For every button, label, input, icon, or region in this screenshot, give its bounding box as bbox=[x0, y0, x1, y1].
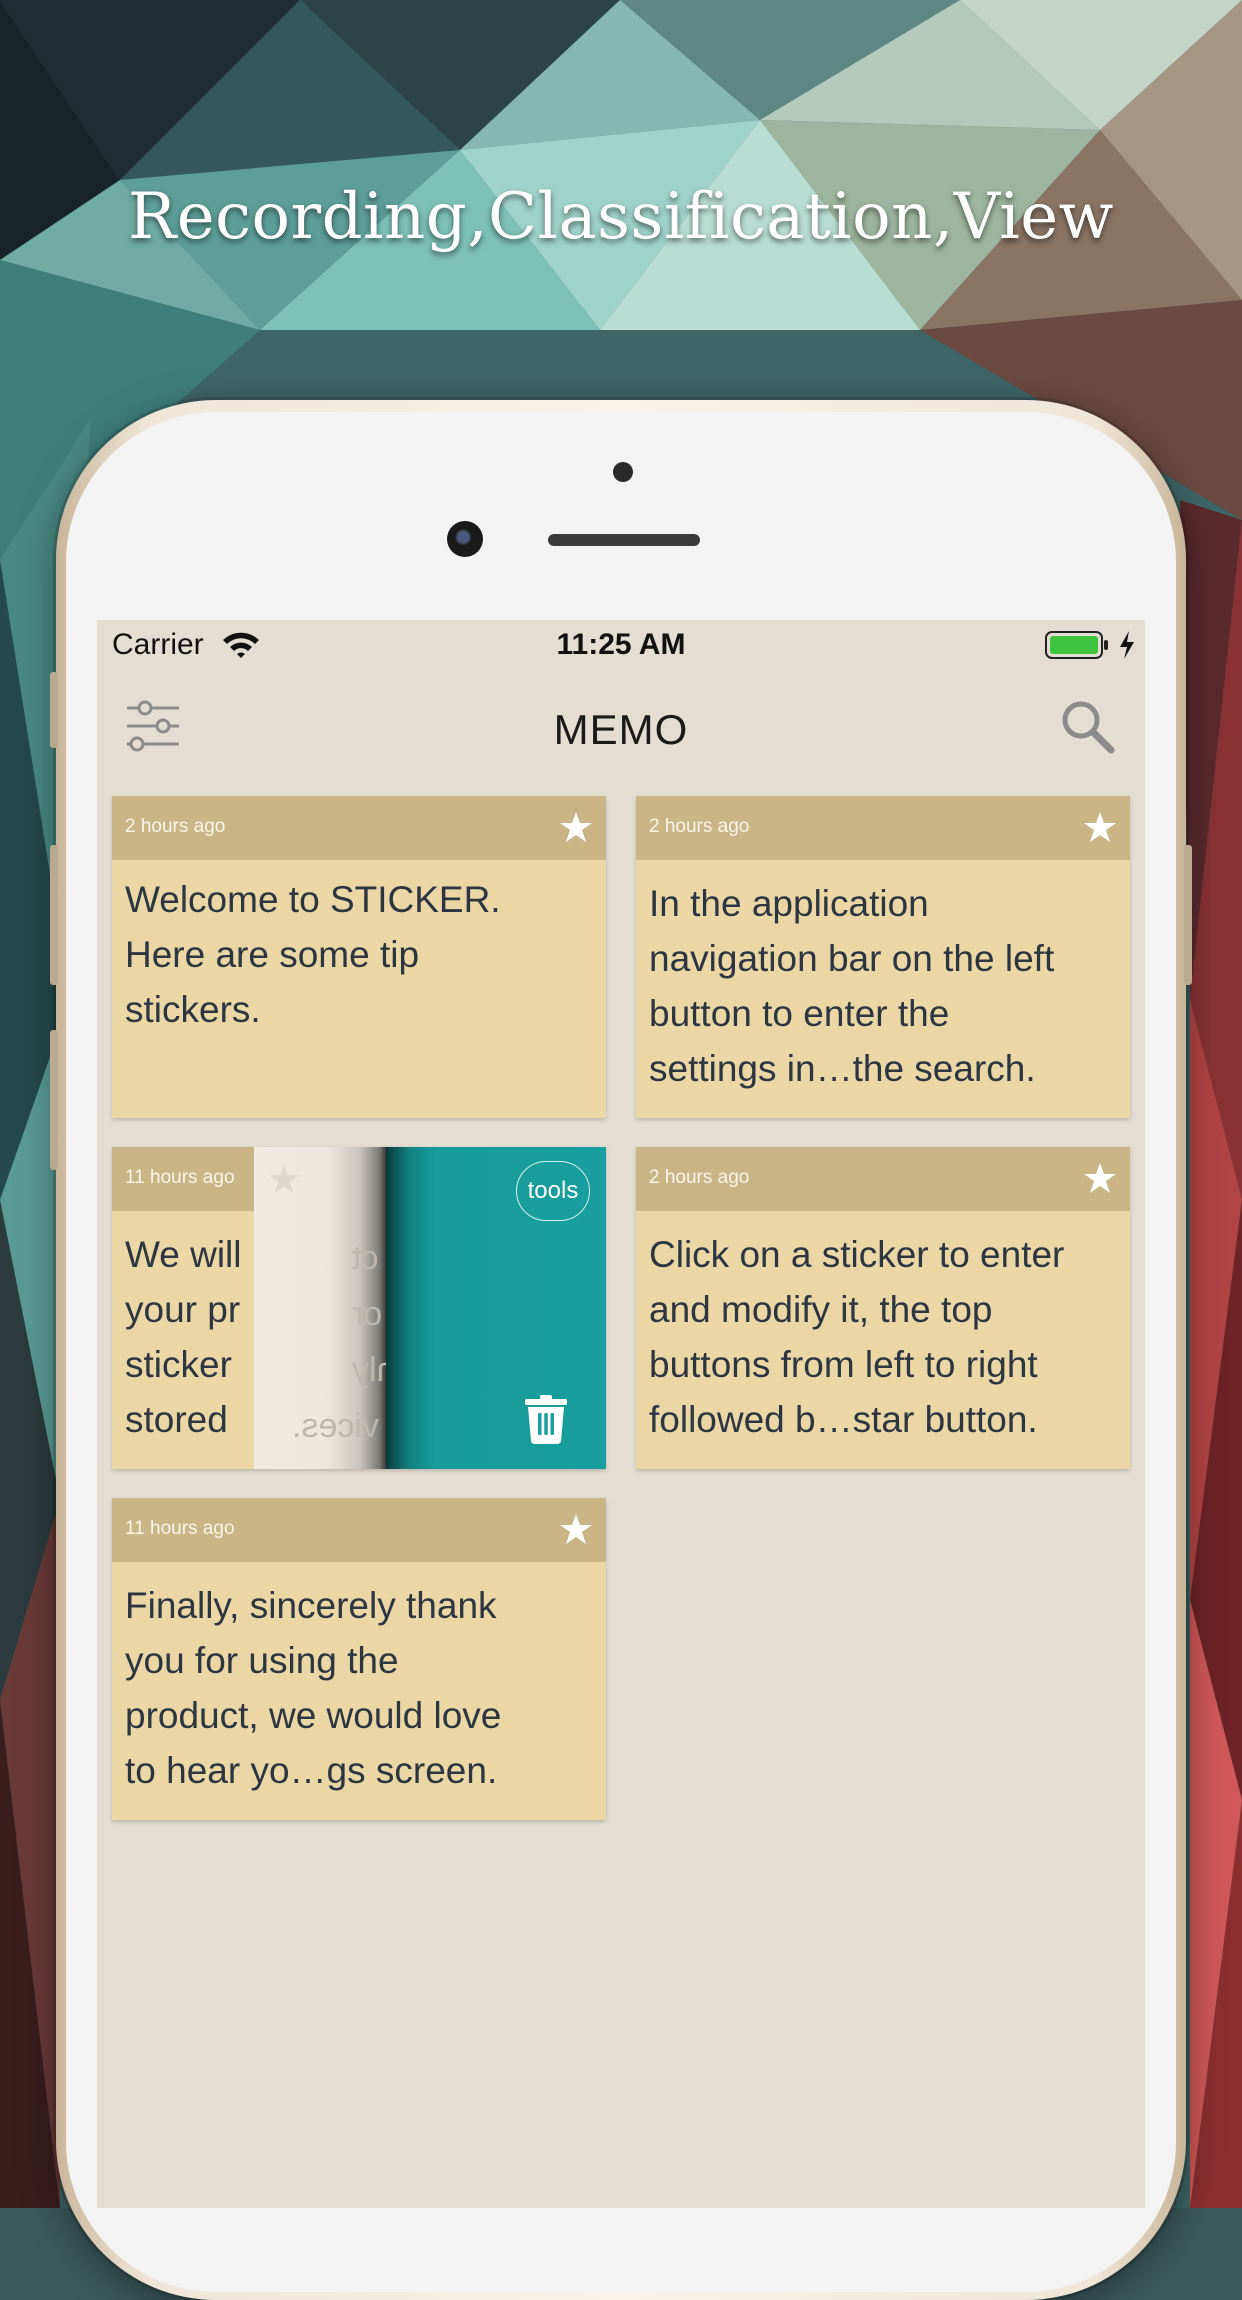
swipe-action-panel: ct or nly vices. tools bbox=[254, 1147, 606, 1469]
card-text-line: Click on a sticker to enter bbox=[649, 1234, 1065, 1275]
card-text: Finally, sincerely thank you for using t… bbox=[125, 1578, 595, 1798]
card-timestamp: 11 hours ago bbox=[125, 1167, 235, 1188]
card-timestamp: 2 hours ago bbox=[125, 816, 226, 837]
earpiece-speaker bbox=[548, 534, 700, 546]
star-icon[interactable] bbox=[1083, 810, 1117, 844]
card-text-line: product, we would love bbox=[125, 1695, 502, 1736]
status-bar: Carrier 11:25 AM bbox=[97, 620, 1145, 676]
search-icon[interactable] bbox=[1059, 698, 1115, 754]
star-icon[interactable] bbox=[559, 810, 593, 844]
front-camera bbox=[447, 521, 483, 557]
volume-up-button bbox=[50, 845, 58, 985]
proximity-sensor bbox=[613, 462, 633, 482]
card-text-line: to hear yo…gs screen. bbox=[125, 1750, 498, 1791]
status-time: 11:25 AM bbox=[556, 628, 686, 661]
star-icon[interactable] bbox=[1083, 1161, 1117, 1195]
card-text: Welcome to STICKER. Here are some tip st… bbox=[125, 872, 595, 1037]
mute-switch bbox=[50, 672, 58, 748]
navigation-bar: MEMO bbox=[97, 676, 1145, 776]
card-text-line: and modify it, the top bbox=[649, 1289, 993, 1330]
card-text: Click on a sticker to enter and modify i… bbox=[649, 1227, 1119, 1447]
card-text-line: Here are some tip bbox=[125, 934, 420, 975]
star-icon bbox=[268, 1164, 300, 1194]
card-text-line: you for using the bbox=[125, 1640, 399, 1681]
tools-panel: tools bbox=[386, 1147, 606, 1469]
headline: Recording,Classification,View bbox=[128, 180, 1114, 254]
battery-icon bbox=[1045, 631, 1108, 659]
mirrored-text: ct bbox=[352, 1239, 379, 1277]
volume-down-button bbox=[50, 1030, 58, 1170]
sticker-card-swiped[interactable]: 11 hours ago We will your pr sticker sto… bbox=[112, 1147, 606, 1469]
card-text-line: In the application bbox=[649, 883, 929, 924]
card-text-line: navigation bar on the left bbox=[649, 938, 1055, 979]
power-button bbox=[1184, 845, 1192, 985]
card-text-line: Finally, sincerely thank bbox=[125, 1585, 497, 1626]
card-header: 2 hours ago bbox=[636, 796, 1130, 860]
page-title: MEMO bbox=[553, 706, 689, 753]
card-text-line: Welcome to STICKER. bbox=[125, 879, 501, 920]
card-header: 2 hours ago bbox=[636, 1147, 1130, 1211]
card-text-line: stickers. bbox=[125, 989, 261, 1030]
trash-icon[interactable] bbox=[522, 1393, 570, 1445]
sticker-card[interactable]: 2 hours ago Welcome to STICKER. Here are… bbox=[112, 796, 606, 1118]
sticker-card[interactable]: 2 hours ago Click on a sticker to enter … bbox=[636, 1147, 1130, 1469]
card-timestamp: 11 hours ago bbox=[125, 1518, 235, 1539]
card-text-line: button to enter the bbox=[649, 993, 950, 1034]
mirrored-text: vices. bbox=[292, 1407, 379, 1445]
card-header: 2 hours ago bbox=[112, 796, 606, 860]
mirrored-text: or bbox=[352, 1295, 383, 1333]
sticker-card[interactable]: 2 hours ago In the application navigatio… bbox=[636, 796, 1130, 1118]
card-fold: ct or nly vices. bbox=[254, 1147, 386, 1469]
card-timestamp: 2 hours ago bbox=[649, 816, 750, 837]
charging-bolt-icon bbox=[1120, 631, 1134, 659]
card-text-line: settings in…the search. bbox=[649, 1048, 1036, 1089]
card-header: 11 hours ago bbox=[112, 1498, 606, 1562]
sticker-card[interactable]: 11 hours ago Finally, sincerely thank yo… bbox=[112, 1498, 606, 1820]
tools-button[interactable]: tools bbox=[516, 1161, 590, 1221]
mirrored-text: nly bbox=[352, 1351, 386, 1389]
card-timestamp: 2 hours ago bbox=[649, 1167, 750, 1188]
card-text-line: followed b…star button. bbox=[649, 1399, 1038, 1440]
star-icon[interactable] bbox=[559, 1512, 593, 1546]
card-text-line: buttons from left to right bbox=[649, 1344, 1038, 1385]
app-screen: Carrier 11:25 AM MEMO 2 hours ago Welcom… bbox=[97, 620, 1145, 2208]
card-text: In the application navigation bar on the… bbox=[649, 876, 1119, 1096]
